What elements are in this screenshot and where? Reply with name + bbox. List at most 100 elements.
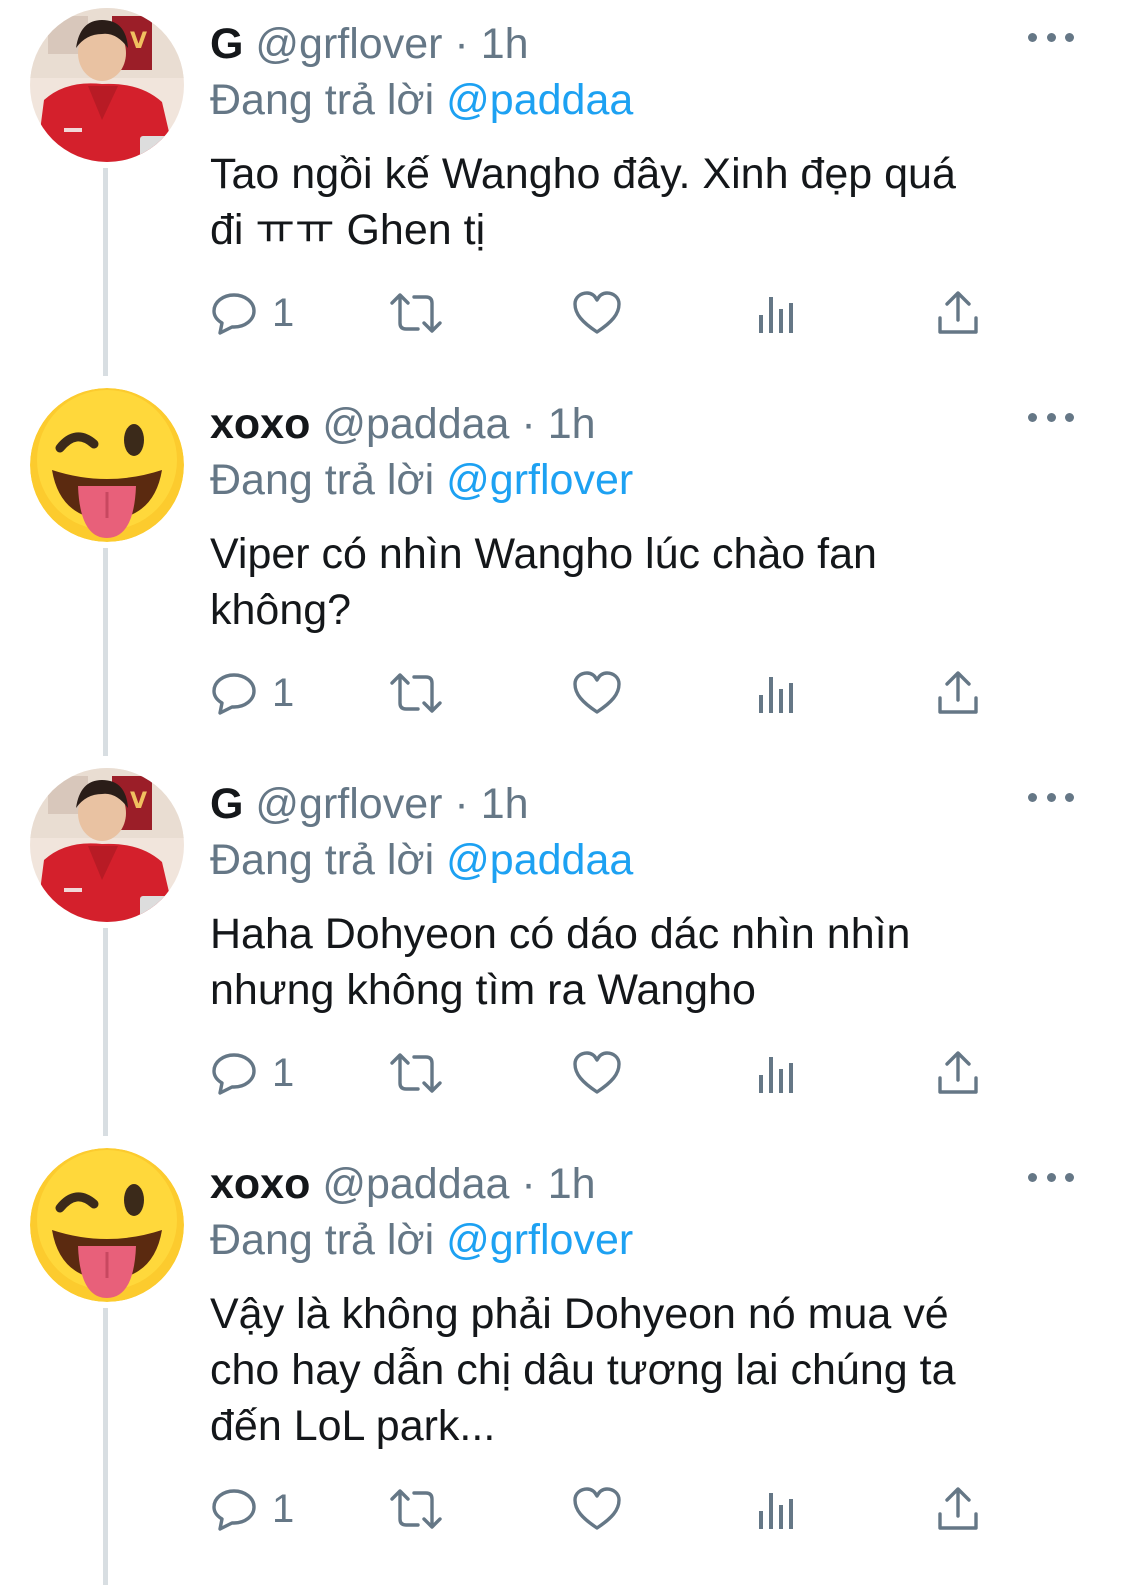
tweet-text: Vậy là không phải Dohyeon nó mua vé cho …	[210, 1286, 1070, 1454]
share-button[interactable]	[935, 1481, 981, 1537]
retweet-icon	[390, 1489, 442, 1529]
more-icon[interactable]	[1028, 22, 1074, 52]
reply-button[interactable]: 1	[210, 1045, 294, 1101]
more-icon[interactable]	[1028, 782, 1074, 812]
timestamp[interactable]: 1h	[548, 1160, 596, 1208]
reply-count: 1	[272, 671, 295, 715]
svg-text:V: V	[130, 29, 147, 54]
analytics-button[interactable]	[755, 1045, 799, 1101]
like-button[interactable]	[572, 1045, 622, 1101]
separator: ·	[521, 400, 536, 448]
user-handle[interactable]: @paddaa	[322, 400, 509, 448]
like-button[interactable]	[572, 285, 622, 341]
like-icon	[573, 1487, 621, 1530]
like-button[interactable]	[572, 1481, 622, 1537]
analytics-icon	[759, 677, 793, 713]
tweet-header: xoxo @paddaa · 1h	[210, 1156, 596, 1212]
reply-context: Đang trả lời @paddaa	[210, 72, 633, 128]
reply-context: Đang trả lời @grflover	[210, 452, 633, 508]
display-name[interactable]: xoxo	[210, 400, 310, 448]
reply-icon	[212, 1489, 256, 1531]
analytics-icon	[759, 1057, 793, 1093]
reply-prefix: Đang trả lời	[210, 1216, 435, 1264]
reply-count: 1	[272, 1487, 295, 1531]
tweet-header: G @grflover · 1h	[210, 16, 529, 72]
reply-context: Đang trả lời @paddaa	[210, 832, 633, 888]
retweet-button[interactable]	[388, 1045, 444, 1101]
reply-prefix: Đang trả lời	[210, 456, 435, 504]
user-handle[interactable]: @grflover	[255, 780, 442, 828]
like-icon	[573, 291, 621, 334]
more-icon[interactable]	[1028, 402, 1074, 432]
display-name[interactable]: G	[210, 20, 243, 68]
reply-prefix: Đang trả lời	[210, 836, 435, 884]
user-handle[interactable]: @paddaa	[322, 1160, 509, 1208]
share-button[interactable]	[935, 285, 981, 341]
display-name[interactable]: xoxo	[210, 1160, 310, 1208]
action-bar: 1	[210, 1045, 1010, 1101]
tweet-text-line: cho hay dẫn chị dâu tương lai chúng ta	[210, 1346, 956, 1394]
like-button[interactable]	[572, 665, 622, 721]
tweet-text-line: Haha Dohyeon có dáo dác nhìn nhìn	[210, 910, 911, 958]
share-icon	[938, 1487, 978, 1530]
share-icon	[938, 291, 978, 334]
user-handle[interactable]: @grflover	[255, 20, 442, 68]
more-icon[interactable]	[1028, 1162, 1074, 1192]
separator: ·	[454, 780, 469, 828]
share-button[interactable]	[935, 1045, 981, 1101]
retweet-button[interactable]	[388, 285, 444, 341]
timestamp[interactable]: 1h	[548, 400, 596, 448]
reply-mention[interactable]: @grflover	[446, 456, 633, 504]
tweet-text: Tao ngồi kế Wangho đây. Xinh đẹp quá đi …	[210, 146, 1070, 258]
retweet-button[interactable]	[388, 665, 444, 721]
reply-count: 1	[272, 291, 295, 335]
avatar[interactable]	[30, 1148, 184, 1302]
like-icon	[573, 1051, 621, 1094]
thread-line	[103, 928, 108, 1136]
reply-count: 1	[272, 1051, 295, 1095]
analytics-icon	[759, 1493, 793, 1529]
thread-line	[103, 1308, 108, 1585]
svg-text:V: V	[130, 789, 147, 814]
like-icon	[573, 671, 621, 714]
action-bar: 1	[210, 1481, 1010, 1537]
reply-mention[interactable]: @paddaa	[446, 836, 633, 884]
share-button[interactable]	[935, 665, 981, 721]
reply-context: Đang trả lời @grflover	[210, 1212, 633, 1268]
action-bar: 1	[210, 285, 1010, 341]
retweet-icon	[390, 673, 442, 713]
display-name[interactable]: G	[210, 780, 243, 828]
avatar[interactable]	[30, 388, 184, 542]
tweet-text-line: đến LoL park...	[210, 1402, 496, 1450]
share-icon	[938, 1051, 978, 1094]
reply-mention[interactable]: @grflover	[446, 1216, 633, 1264]
tweet-text-line: nhưng không tìm ra Wangho	[210, 966, 756, 1014]
action-bar: 1	[210, 665, 1010, 721]
reply-icon	[212, 293, 256, 335]
analytics-button[interactable]	[755, 285, 799, 341]
thread-line	[103, 168, 108, 376]
avatar[interactable]: V	[30, 8, 184, 162]
tweet-text-line: Vậy là không phải Dohyeon nó mua vé	[210, 1290, 949, 1338]
share-icon	[938, 671, 978, 714]
tweet-text-line: đi ㅠㅠ Ghen tị	[210, 206, 486, 254]
thread-line	[103, 548, 108, 756]
reply-icon	[212, 673, 256, 715]
analytics-button[interactable]	[755, 665, 799, 721]
tweet-text: Haha Dohyeon có dáo dác nhìn nhìn nhưng …	[210, 906, 1070, 1018]
avatar[interactable]: V	[30, 768, 184, 922]
timestamp[interactable]: 1h	[481, 20, 529, 68]
tweet-text-line: Tao ngồi kế Wangho đây. Xinh đẹp quá	[210, 150, 956, 198]
reply-prefix: Đang trả lời	[210, 76, 435, 124]
retweet-icon	[390, 293, 442, 333]
timestamp[interactable]: 1h	[481, 780, 529, 828]
reply-mention[interactable]: @paddaa	[446, 76, 633, 124]
retweet-button[interactable]	[388, 1481, 444, 1537]
reply-button[interactable]: 1	[210, 1481, 294, 1537]
reply-button[interactable]: 1	[210, 285, 294, 341]
tweet-text-line: không?	[210, 586, 352, 634]
tweet-text-line: Viper có nhìn Wangho lúc chào fan	[210, 530, 877, 578]
tweet-header: xoxo @paddaa · 1h	[210, 396, 596, 452]
reply-button[interactable]: 1	[210, 665, 294, 721]
analytics-button[interactable]	[755, 1481, 799, 1537]
